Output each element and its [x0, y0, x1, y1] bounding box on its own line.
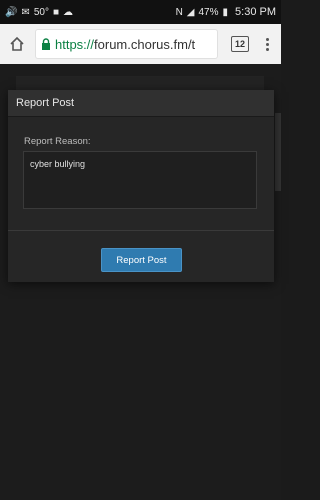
report-reason-label: Report Reason:	[24, 136, 91, 147]
menu-dot-icon	[265, 42, 269, 46]
url-host: forum.chorus.fm/t	[94, 36, 196, 52]
browser-toolbar: https:// forum.chorus.fm/t 12	[0, 24, 281, 64]
battery-percent: 47%	[198, 6, 219, 18]
url-scheme: https://	[55, 36, 95, 52]
cloud-icon: ☁	[63, 6, 74, 18]
weather-temp: 50°	[33, 6, 49, 18]
report-post-button[interactable]: Report Post	[101, 248, 182, 272]
menu-dot-icon	[265, 37, 269, 41]
battery-icon: ▮	[222, 6, 229, 18]
address-bar[interactable]: https:// forum.chorus.fm/t	[36, 30, 217, 58]
app-icon: ■	[52, 6, 60, 18]
background-panel-edge	[275, 113, 281, 191]
lock-icon	[41, 38, 51, 50]
home-icon	[10, 36, 24, 51]
dialog-divider	[8, 230, 274, 231]
home-button[interactable]	[6, 33, 28, 55]
volume-icon: 🔊	[5, 6, 18, 18]
tab-switcher-button[interactable]: 12	[231, 36, 249, 52]
clock: 5:30 PM	[235, 6, 276, 18]
status-right: N ◢ 47% ▮ 5:30 PM	[176, 6, 276, 18]
signal-icon: ◢	[186, 6, 195, 18]
report-reason-input[interactable]: cyber bullying	[23, 151, 257, 209]
report-post-dialog: Report Post Report Reason: cyber bullyin…	[8, 90, 274, 282]
nfc-icon: N	[175, 6, 183, 18]
menu-dot-icon	[265, 47, 269, 51]
dialog-title: Report Post	[8, 90, 274, 117]
status-left: 🔊 ✉ 50° ■ ☁	[5, 7, 73, 18]
status-bar: 🔊 ✉ 50° ■ ☁ N ◢ 47% ▮ 5:30 PM	[0, 0, 281, 24]
overflow-menu-button[interactable]	[259, 37, 275, 51]
message-icon: ✉	[21, 6, 30, 18]
